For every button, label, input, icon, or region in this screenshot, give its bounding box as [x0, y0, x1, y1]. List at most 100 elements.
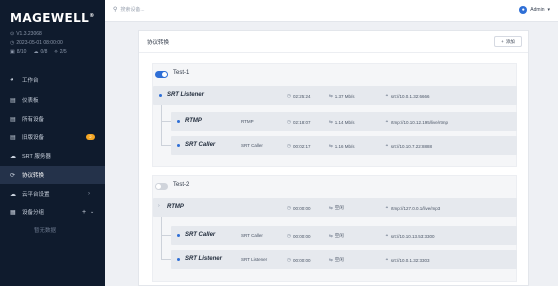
device-stats: ▣ 8/10 ☁ 0/8 ⟡ 2/5	[10, 49, 72, 55]
sidebar-item-cloud-settings[interactable]: ☁ 云平台设置 ›	[0, 185, 105, 203]
search-input[interactable]: 搜索设备...	[120, 6, 144, 13]
bitrate-icon: ⇆	[329, 143, 333, 148]
tree-line	[161, 145, 171, 146]
plus-icon: +	[501, 39, 504, 44]
tree-line	[161, 259, 171, 260]
tree-line	[161, 235, 171, 236]
chevron-down-icon[interactable]: ⌄	[90, 209, 94, 215]
link-icon: ⚭	[385, 119, 389, 124]
group-name: Test-2	[173, 182, 190, 188]
convert-group-test-2: Test-2 › RTMP ◷ 00:00:00 ⇆ 空闲 ⚭ rtmp://127.…	[152, 175, 517, 282]
bitrate: ⇆ 1.14 Mb/s	[329, 119, 355, 125]
sidebar-item-device-groups[interactable]: ▦ 设备分组 + ⌄	[0, 203, 105, 221]
network-icon: ⟡	[54, 49, 58, 55]
magewell-logo: MAGEWELL®	[10, 11, 95, 25]
sidebar-item-protocol-convert[interactable]: ⟳ 协议转换	[0, 166, 105, 184]
output-protocol: RTMP	[185, 118, 202, 124]
stat-network: 2/5	[59, 49, 67, 55]
link-icon: ⚭	[385, 257, 389, 262]
clock-icon: ◷	[287, 233, 291, 238]
search-icon: ⚲	[113, 7, 118, 13]
protocol-convert-panel: 协议转换 + 添加 Test-1 SRT Listener ◷ 02:25:24 ⇆…	[138, 30, 529, 286]
cloud-icon: ☁	[33, 49, 39, 55]
output-mode: RTMP	[241, 119, 254, 124]
top-header: ⚲ 搜索设备... ● Admin ▾	[105, 0, 558, 22]
stream-url: ⚭ srt://10.10.7.22:8888	[385, 143, 433, 149]
stream-url: ⚭ srt://10.0.1.32:6666	[385, 93, 430, 99]
link-icon: ⚭	[385, 205, 389, 210]
sidebar-item-all-devices[interactable]: ▤ 所有设备	[0, 110, 105, 128]
status-dot	[159, 94, 162, 97]
clock-icon: ◷	[10, 40, 15, 46]
add-button[interactable]: + 添加	[494, 36, 522, 47]
tree-line	[161, 121, 171, 122]
clock-icon: ◷	[287, 205, 291, 210]
page-title: 协议转换	[147, 40, 170, 46]
source-row[interactable]: SRT Listener ◷ 02:25:24 ⇆ 1.37 Mb/s ⚭ srt:/…	[153, 86, 517, 105]
source-protocol: RTMP	[167, 204, 184, 210]
group-toggle[interactable]	[155, 183, 168, 190]
output-row[interactable]: SRT Listener SRT Listener ◷ 00:00:00 ⇆ 空闲 …	[171, 250, 517, 269]
caret-down-icon: ▾	[547, 7, 550, 13]
stat-cloud: 0/8	[40, 49, 48, 55]
source-protocol: SRT Listener	[167, 92, 204, 98]
chevron-right-icon[interactable]: ›	[158, 203, 160, 209]
stream-url: ⚭ rtmp://127.0.0.1/live/mp3	[385, 205, 441, 211]
search-box[interactable]: ⚲ 搜索设备...	[113, 6, 145, 13]
tree-line	[161, 217, 162, 259]
bitrate-icon: ⇆	[329, 257, 333, 262]
clock-icon: ◷	[287, 143, 291, 148]
clock-icon: ◷	[287, 93, 291, 98]
stream-url: ⚭ srt://10.0.1.32:3303	[385, 257, 430, 263]
bitrate: ⇆ 空闲	[329, 233, 344, 238]
output-row[interactable]: SRT Caller SRT Caller ◷ 00:02:17 ⇆ 1.16 Mb…	[171, 136, 517, 155]
output-row[interactable]: RTMP RTMP ◷ 02:18:07 ⇆ 1.14 Mb/s ⚭ rtmp://1…	[171, 112, 517, 131]
group-toggle[interactable]	[155, 71, 168, 78]
output-protocol: SRT Caller	[185, 142, 216, 148]
sidebar-item-legacy-devices[interactable]: ▤ 旧版设备 2	[0, 128, 105, 146]
output-mode: SRT Caller	[241, 143, 263, 148]
group-name: Test-1	[173, 70, 190, 76]
stat-online: 8/10	[16, 49, 27, 55]
bitrate-icon: ⇆	[329, 93, 333, 98]
version-info: ⊙ V1.3.23068	[10, 31, 42, 37]
output-mode: SRT Listener	[241, 257, 268, 262]
divider	[139, 52, 528, 53]
sidebar-item-workbench[interactable]: ◕ 工作台	[0, 71, 105, 89]
avatar: ●	[519, 6, 528, 14]
bitrate: ⇆ 1.16 Mb/s	[329, 143, 355, 149]
add-group-icon[interactable]: +	[82, 209, 86, 216]
status-dot	[177, 234, 180, 237]
sidebar: MAGEWELL® ⊙ V1.3.23068 ◷ 2023-05-01 08:00:…	[0, 0, 105, 286]
monitor-icon: ▣	[10, 49, 15, 55]
uptime: ◷ 02:18:07	[287, 119, 311, 125]
datetime-info: ◷ 2023-05-01 08:00:00	[10, 40, 63, 46]
bitrate: ⇆ 1.37 Mb/s	[329, 93, 355, 99]
output-row[interactable]: SRT Caller SRT Caller ◷ 00:00:00 ⇆ 空闲 ⚭ srt…	[171, 226, 517, 245]
cloud-icon: ☁	[10, 153, 16, 160]
status-dot	[177, 144, 180, 147]
sidebar-empty-state: 暂无数据	[34, 228, 57, 234]
user-menu[interactable]: ● Admin ▾	[519, 6, 550, 14]
grid-icon: ▦	[10, 209, 16, 216]
dashboard-icon: ◕	[10, 77, 14, 83]
status-dot	[177, 258, 180, 261]
source-row[interactable]: › RTMP ◷ 00:00:00 ⇆ 空闲 ⚭ rtmp://127.0.0.1/l…	[153, 198, 517, 217]
sidebar-item-board[interactable]: ▤ 仪表板	[0, 91, 105, 109]
tree-line	[161, 105, 162, 145]
devices-icon: ▤	[10, 116, 16, 123]
uptime: ◷ 00:00:00	[287, 233, 311, 239]
bitrate: ⇆ 空闲	[329, 205, 344, 210]
clock-icon: ◷	[287, 257, 291, 262]
output-protocol: SRT Caller	[185, 232, 216, 238]
legacy-devices-icon: ▤	[10, 134, 16, 141]
stream-url: ⚭ srt://10.10.13.53:3300	[385, 233, 435, 239]
uptime: ◷ 02:25:24	[287, 93, 311, 99]
output-protocol: SRT Listener	[185, 256, 222, 262]
convert-group-test-1: Test-1 SRT Listener ◷ 02:25:24 ⇆ 1.37 Mb/s…	[152, 63, 517, 167]
uptime: ◷ 00:00:00	[287, 257, 311, 263]
bitrate-icon: ⇆	[329, 119, 333, 124]
bitrate-icon: ⇆	[329, 205, 333, 210]
board-icon: ▤	[10, 97, 16, 104]
sidebar-item-srt-server[interactable]: ☁ SRT 服务器	[0, 147, 105, 165]
